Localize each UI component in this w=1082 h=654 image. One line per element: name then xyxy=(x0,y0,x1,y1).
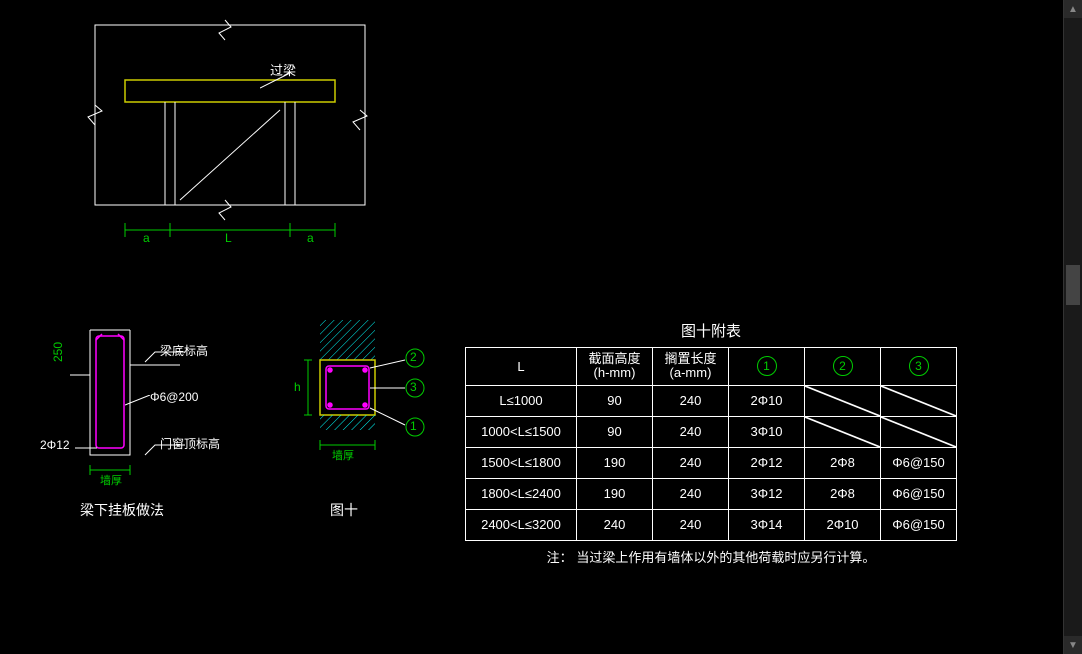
table-cell xyxy=(881,416,957,447)
cad-canvas[interactable]: 过梁 a L a xyxy=(0,0,1000,654)
table-row: 1000<L≤1500902403Φ10 xyxy=(466,416,957,447)
table-cell: 2400<L≤3200 xyxy=(466,509,577,540)
dim-wall-left: 墙厚 xyxy=(100,472,122,488)
dim-a-left: a xyxy=(143,231,150,245)
callout-1: 1 xyxy=(410,419,417,433)
scroll-track[interactable] xyxy=(1064,18,1082,636)
table-cell: 3Φ12 xyxy=(729,478,805,509)
table-cell: 1000<L≤1500 xyxy=(466,416,577,447)
table-cell: 2Φ8 xyxy=(805,478,881,509)
table-cell: 3Φ10 xyxy=(729,416,805,447)
dim-250: 250 xyxy=(51,342,65,362)
table-cell: Φ6@150 xyxy=(881,447,957,478)
th-c1: 1 xyxy=(729,348,805,386)
th-c3: 3 xyxy=(881,348,957,386)
bar-spec: 2Φ12 xyxy=(40,438,70,452)
table-cell xyxy=(805,416,881,447)
top-svg xyxy=(85,15,385,245)
table-cell: 2Φ8 xyxy=(805,447,881,478)
spec-table: L 截面高度(h-mm) 搁置长度(a-mm) 1 2 3 L≤10009024… xyxy=(465,347,957,541)
table-cell: 3Φ14 xyxy=(729,509,805,540)
dim-L: L xyxy=(225,231,232,245)
sec-left-title: 梁下挂板做法 xyxy=(80,500,164,520)
dim-h: h xyxy=(294,380,301,394)
stirrup-spec: Φ6@200 xyxy=(150,390,198,404)
dim-wall-right: 墙厚 xyxy=(332,447,354,463)
table-row: 1800<L≤24001902403Φ122Φ8Φ6@150 xyxy=(466,478,957,509)
table-cell: 90 xyxy=(577,416,653,447)
opening-top-elev: 门窗顶标高 xyxy=(160,435,220,452)
table-cell: 90 xyxy=(577,385,653,416)
th-a: 搁置长度(a-mm) xyxy=(653,348,729,386)
sec-right-title: 图十 xyxy=(330,500,358,520)
table-cell: 240 xyxy=(653,478,729,509)
table-cell: 2Φ12 xyxy=(729,447,805,478)
table-row: L≤1000902402Φ10 xyxy=(466,385,957,416)
th-h: 截面高度(h-mm) xyxy=(577,348,653,386)
table-cell: 2Φ10 xyxy=(729,385,805,416)
table-cell: 240 xyxy=(653,509,729,540)
beam-bottom-elev: 梁底标高 xyxy=(160,342,208,359)
callout-2: 2 xyxy=(410,350,417,364)
lintel-table: 图十附表 L 截面高度(h-mm) 搁置长度(a-mm) 1 2 3 L≤100… xyxy=(465,320,957,566)
th-c2: 2 xyxy=(805,348,881,386)
dim-a-right: a xyxy=(307,231,314,245)
callout-3: 3 xyxy=(410,380,417,394)
top-elevation-drawing: 过梁 a L a xyxy=(85,15,385,245)
vertical-scrollbar[interactable]: ▲ ▼ xyxy=(1063,0,1082,654)
table-row: 2400<L≤32002402403Φ142Φ10Φ6@150 xyxy=(466,509,957,540)
table-row: 1500<L≤18001902402Φ122Φ8Φ6@150 xyxy=(466,447,957,478)
table-cell: 2Φ10 xyxy=(805,509,881,540)
hanging-panel-section: 250 梁底标高 Φ6@200 2Φ12 门窗顶标高 墙厚 梁下挂板做法 xyxy=(70,320,250,500)
th-L: L xyxy=(466,348,577,386)
table-cell: 1500<L≤1800 xyxy=(466,447,577,478)
table-cell: 240 xyxy=(653,385,729,416)
table-cell: 190 xyxy=(577,478,653,509)
table-cell: Φ6@150 xyxy=(881,509,957,540)
table-cell: 240 xyxy=(577,509,653,540)
table-cell: 190 xyxy=(577,447,653,478)
table-cell: L≤1000 xyxy=(466,385,577,416)
leader-line xyxy=(260,73,300,93)
table-header-row: L 截面高度(h-mm) 搁置长度(a-mm) 1 2 3 xyxy=(466,348,957,386)
table-cell xyxy=(881,385,957,416)
table-note: 注： 当过梁上作用有墙体以外的其他荷载时应另行计算。 xyxy=(465,547,957,566)
table-cell xyxy=(805,385,881,416)
table-cell: 1800<L≤2400 xyxy=(466,478,577,509)
table-title: 图十附表 xyxy=(465,320,957,341)
scroll-up-arrow[interactable]: ▲ xyxy=(1064,0,1082,18)
scroll-down-arrow[interactable]: ▼ xyxy=(1064,636,1082,654)
sec-right-svg xyxy=(300,320,450,500)
table-cell: 240 xyxy=(653,416,729,447)
table-cell: Φ6@150 xyxy=(881,478,957,509)
figure-10-section: 2 3 1 h 墙厚 图十 xyxy=(300,320,450,505)
scroll-thumb[interactable] xyxy=(1066,265,1080,305)
table-cell: 240 xyxy=(653,447,729,478)
